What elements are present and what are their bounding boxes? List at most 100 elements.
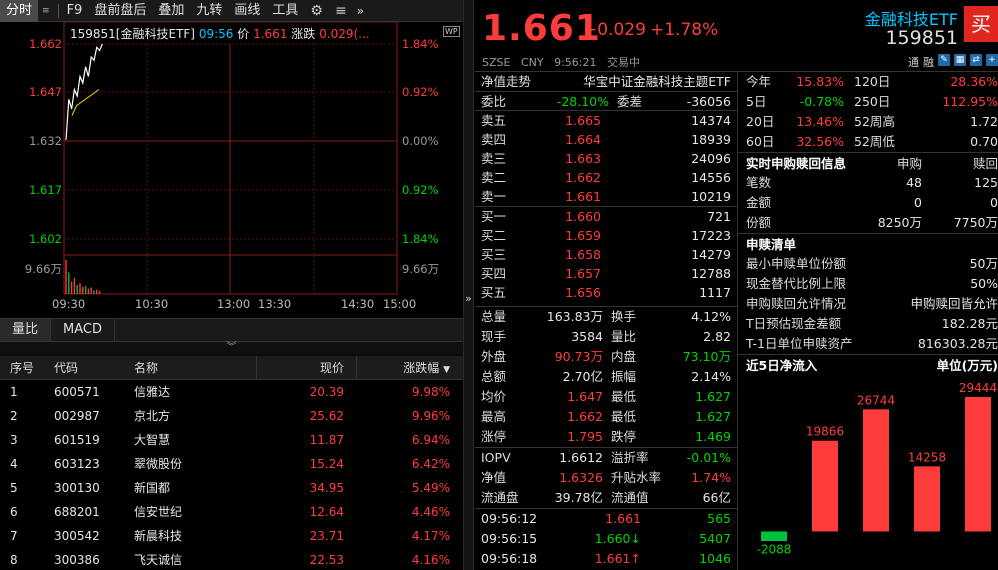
level-price: 1.663	[565, 151, 601, 166]
ask-level[interactable]: 卖二 1.662 14556	[475, 168, 737, 187]
net-inflow-bar	[761, 531, 787, 541]
row-code: 601519	[54, 433, 100, 447]
ask-level[interactable]: 卖四 1.664 18939	[475, 130, 737, 149]
row-code: 600571	[54, 385, 100, 399]
y-tick-right: 0.92%	[402, 85, 439, 99]
stat-label: 现手	[481, 329, 507, 344]
ask-level[interactable]: 卖一 1.661 10219	[475, 187, 737, 206]
tab-macd[interactable]: MACD	[51, 319, 115, 341]
tab-overlay[interactable]: 叠加	[152, 0, 190, 22]
tab-intraday[interactable]: 分时	[0, 0, 39, 22]
col-pct[interactable]: 涨跌幅 ▼	[356, 356, 456, 379]
row-price: 11.87	[309, 433, 344, 447]
perf-label: 5日	[746, 94, 767, 109]
buy-button[interactable]: 买	[964, 6, 998, 42]
level-price: 1.660	[565, 209, 601, 224]
menu-icon[interactable]: ≡	[329, 3, 353, 19]
col-price[interactable]: 现价	[256, 356, 356, 379]
table-row[interactable]: 3 601519 大智慧 11.87 6.94%	[0, 428, 463, 452]
stat-row: 外盘 90.73万 内盘 73.10万	[475, 347, 737, 367]
stat-row: 现手 3584 量比 2.82	[475, 327, 737, 347]
etf-value: 66亿	[702, 490, 731, 505]
level-price: 1.658	[565, 247, 601, 262]
nav-trend-link[interactable]: 净值走势	[481, 72, 561, 91]
row-code: 300542	[54, 529, 100, 543]
tab-draw[interactable]: 画线	[228, 0, 266, 22]
table-row[interactable]: 2 002987 京北方 25.62 9.96%	[0, 404, 463, 428]
rong-label[interactable]: 融	[923, 54, 934, 70]
stat-value: 73.10万	[682, 349, 731, 364]
tab-volume-ratio[interactable]: 量比	[0, 319, 52, 341]
link-icon[interactable]: ⇄	[970, 54, 982, 66]
bid-level[interactable]: 买二 1.659 17223	[475, 226, 737, 245]
tick-volume: 1046	[699, 551, 731, 566]
col-code[interactable]: 代码	[48, 356, 128, 379]
volume-bars	[65, 259, 101, 294]
tick-price: 1.660↓	[594, 531, 641, 546]
level-volume: 1117	[699, 285, 731, 300]
chart-header-price-label: 价	[237, 27, 250, 41]
level-label: 卖一	[481, 189, 507, 204]
intraday-chart[interactable]: 159851[金融科技ETF] 09:56 价 1.661 涨跌 0.029(.…	[0, 21, 463, 318]
etf-stats: IOPV 1.6612 溢折率 -0.01% 净值 1.6326 升贴水率 1.74% 流通盘 3…	[475, 447, 737, 508]
subscribe-value: 0	[914, 195, 922, 210]
bid-level[interactable]: 买三 1.658 14279	[475, 245, 737, 264]
row-code: 603123	[54, 457, 100, 471]
x-tick: 15:00	[383, 297, 417, 311]
bid-level[interactable]: 买一 1.660 721	[475, 207, 737, 226]
col-index[interactable]: 序号	[0, 356, 48, 379]
table-row[interactable]: 8 300386 飞天诚信 22.53 4.16%	[0, 548, 463, 570]
bid-level[interactable]: 买四 1.657 12788	[475, 264, 737, 283]
tab-f9[interactable]: F9	[61, 0, 89, 22]
price-pct: +1.78%	[650, 20, 719, 40]
row-price: 15.24	[309, 457, 344, 471]
expand-icon[interactable]: »	[465, 292, 472, 305]
perf-value: 112.95%	[942, 94, 998, 109]
collapse-right-icon[interactable]: »	[353, 4, 368, 18]
etf-label: 溢折率	[611, 450, 649, 465]
gear-icon[interactable]: ⚙	[304, 3, 329, 19]
tab-premarket[interactable]: 盘前盘后	[88, 0, 152, 22]
performance-table: 今年 15.83% 120日 28.36% 5日 -0.78% 250日 112.95% 20日…	[738, 72, 998, 152]
level-volume: 14374	[691, 113, 731, 128]
subscribe-title: 实时申购赎回信息	[746, 156, 847, 171]
edit-icon[interactable]: ✎	[938, 54, 950, 66]
level-price: 1.661	[565, 189, 601, 204]
net-inflow-unit: 单位(万元)	[936, 358, 998, 373]
chart-icon[interactable]: ▦	[954, 54, 966, 66]
ask-level[interactable]: 卖三 1.663 24096	[475, 149, 737, 168]
stat-value: 2.82	[703, 329, 731, 344]
perf-label: 52周低	[854, 134, 895, 149]
dropdown-icon[interactable]: ≡	[38, 6, 56, 16]
table-row[interactable]: 5 300130 新国都 34.95 5.49%	[0, 476, 463, 500]
bid-level[interactable]: 买五 1.656 1117	[475, 283, 737, 302]
y-tick-right: 1.84%	[402, 232, 439, 246]
table-row[interactable]: 6 688201 信安世纪 12.64 4.46%	[0, 500, 463, 524]
net-inflow-header: 近5日净流入 单位(万元)	[738, 354, 998, 375]
table-row[interactable]: 1 600571 信雅达 20.39 9.98%	[0, 380, 463, 404]
x-tick: 13:30	[258, 297, 292, 311]
ask-level[interactable]: 卖五 1.665 14374	[475, 111, 737, 130]
order-book: 净值走势 华宝中证金融科技主题ETF 委比 -28.10% 委差 -36056 …	[475, 72, 738, 570]
tab-nine-turn[interactable]: 九转	[190, 0, 228, 22]
y-tick-right: 0.00%	[402, 134, 439, 148]
tab-tools[interactable]: 工具	[266, 0, 304, 22]
etf-label: 流通值	[611, 490, 649, 505]
perf-value: 1.72	[970, 114, 998, 129]
table-row[interactable]: 7 300542 新晨科技 23.71 4.17%	[0, 524, 463, 548]
etf-value: 1.6612	[559, 450, 603, 465]
up-arrow-icon: ↑	[630, 551, 641, 566]
quote-meta: SZSE CNY 9:56:21 交易中	[482, 54, 647, 70]
creation-value: 182.28元	[941, 316, 998, 331]
tong-label[interactable]: 通	[908, 54, 919, 70]
table-row[interactable]: 4 603123 翠微股份 15.24 6.42%	[0, 452, 463, 476]
down-arrow-icon: ↓	[630, 531, 641, 546]
level-volume: 14556	[691, 170, 731, 185]
net-inflow-label: 14258	[908, 450, 946, 464]
add-icon[interactable]: +	[986, 54, 998, 66]
collapse-toggle-icon[interactable]: ︾	[0, 342, 463, 354]
level-label: 卖四	[481, 132, 507, 147]
panel-divider[interactable]: »	[463, 0, 474, 570]
col-name[interactable]: 名称	[128, 356, 256, 379]
market: SZSE	[482, 56, 511, 69]
